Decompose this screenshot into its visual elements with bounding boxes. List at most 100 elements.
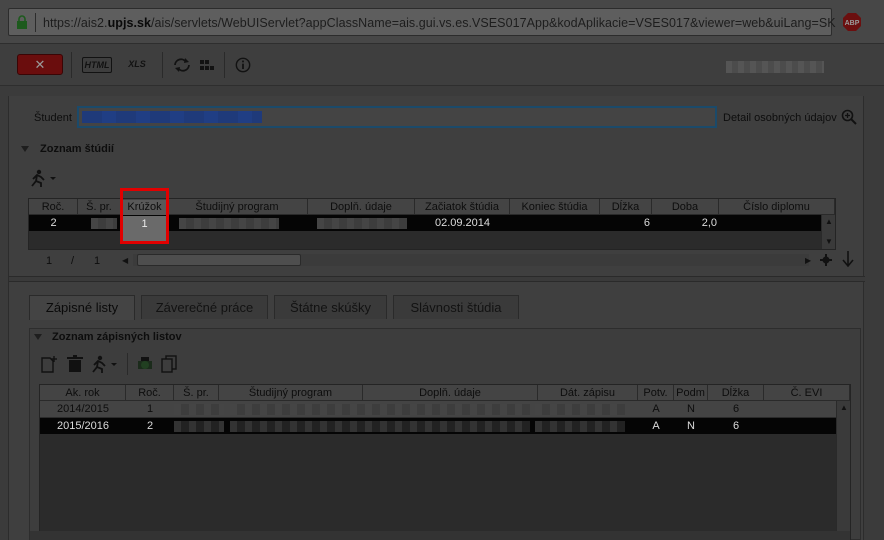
col-header-roc[interactable]: Roč. — [29, 199, 78, 215]
toolbar-divider — [224, 52, 225, 78]
col-header-doplnujuce[interactable]: Doplň. údaje — [308, 199, 415, 215]
cell-doba: 2,0 — [701, 217, 717, 229]
cell-dlzka: 6 — [732, 403, 740, 415]
horizontal-scrollbar[interactable] — [30, 531, 850, 540]
cell-redacted — [230, 421, 530, 432]
cell-redacted — [174, 404, 224, 415]
student-input[interactable] — [77, 106, 717, 128]
cell-roc: 2 — [50, 217, 57, 229]
student-value-redacted — [82, 111, 262, 123]
scroll-left-icon[interactable]: ◀ — [122, 256, 128, 266]
tree-icon[interactable] — [199, 57, 215, 73]
url-field[interactable]: https://ais2.upjs.sk/ais/servlets/WebUIS… — [8, 8, 836, 36]
col-header-program[interactable]: Študijný program — [219, 385, 363, 401]
col-header-koniec[interactable]: Koniec štúdia — [510, 199, 600, 215]
tab-zapisne-listy[interactable]: Zápisné listy — [29, 295, 135, 320]
enrollment-grid-header: Ak. rok Roč. Š. pr. Študijný program Dop… — [40, 385, 850, 401]
run-icon[interactable] — [88, 355, 118, 373]
col-header-dat-zapisu[interactable]: Dát. zápisu — [538, 385, 638, 401]
highlight-box — [120, 188, 169, 244]
cell-potv: A — [652, 420, 660, 432]
cell-zaciatok: 02.09.2014 — [434, 217, 491, 229]
col-header-cislo-diplomu[interactable]: Číslo diplomu — [719, 199, 835, 215]
table-row[interactable]: 2015/2016 2 A N 6 — [40, 418, 836, 434]
new-doc-icon[interactable] — [40, 355, 58, 373]
cell-redacted — [230, 404, 530, 415]
svg-text:ABP: ABP — [845, 20, 860, 27]
scroll-down-icon[interactable]: ▼ — [825, 237, 833, 247]
enrollment-grid: Ak. rok Roč. Š. pr. Študijný program Dop… — [39, 384, 851, 540]
col-header-podm[interactable]: Podm — [674, 385, 708, 401]
scroll-up-icon[interactable]: ▲ — [840, 403, 848, 413]
cell-podm: N — [687, 403, 695, 415]
col-header-c-evi[interactable]: Č. EVI — [764, 385, 850, 401]
html-export-icon[interactable]: HTML — [82, 57, 112, 73]
cell-potv: A — [652, 403, 660, 415]
cell-redacted — [535, 421, 625, 432]
detail-label[interactable]: Detail osobných údajov — [723, 112, 837, 124]
gear-icon[interactable] — [820, 254, 832, 266]
cell-redacted — [179, 218, 279, 229]
vertical-scrollbar[interactable]: ▲ ▼ — [821, 215, 835, 249]
tab-statne-skusky[interactable]: Štátne skúšky — [274, 295, 387, 319]
cell-podm: N — [687, 420, 695, 432]
col-header-program[interactable]: Študijný program — [167, 199, 308, 215]
arrow-down-icon[interactable] — [841, 250, 855, 268]
col-header-doba[interactable]: Doba — [652, 199, 719, 215]
browser-url-bar: https://ais2.upjs.sk/ais/servlets/WebUIS… — [0, 0, 884, 44]
cell-roc: 1 — [146, 403, 154, 415]
refresh-icon[interactable] — [172, 57, 192, 73]
cell-redacted — [535, 404, 625, 415]
scroll-thumb[interactable] — [137, 254, 301, 266]
close-icon: ✕ — [34, 57, 46, 72]
toolbar-divider — [162, 52, 163, 78]
col-header-potv[interactable]: Potv. — [638, 385, 674, 401]
pager-current: 1 — [46, 255, 53, 267]
col-header-roc[interactable]: Roč. — [126, 385, 174, 401]
col-header-spr[interactable]: Š. pr. — [174, 385, 219, 401]
enrollment-panel: Zoznam zápisných listov Ak. rok Roč. Š. … — [29, 328, 861, 540]
cell-dlzka: 6 — [732, 420, 740, 432]
trash-icon[interactable] — [66, 355, 84, 373]
print-icon[interactable] — [136, 355, 154, 373]
studies-title: Zoznam štúdií — [40, 143, 114, 155]
url-separator — [35, 13, 36, 32]
collapse-icon[interactable] — [21, 146, 29, 152]
scroll-up-icon[interactable]: ▲ — [825, 217, 833, 227]
pager-separator: / — [71, 255, 75, 267]
tab-slavnosti-studia[interactable]: Slávnosti štúdia — [393, 295, 519, 319]
toolbar-divider — [71, 52, 72, 78]
run-icon[interactable] — [27, 169, 57, 187]
student-label: Študent — [34, 112, 72, 124]
pager-total: 1 — [94, 255, 101, 267]
vertical-scrollbar[interactable]: ▲ — [836, 401, 850, 540]
app-toolbar: ✕ HTML XLS — [0, 44, 884, 86]
xls-export-icon[interactable]: XLS — [126, 57, 148, 73]
scroll-right-icon[interactable]: ▶ — [805, 256, 811, 266]
table-row[interactable]: 2014/2015 1 A N 6 — [40, 401, 836, 417]
magnifier-icon[interactable] — [841, 109, 857, 125]
horizontal-scrollbar[interactable] — [133, 254, 809, 266]
cell-redacted — [174, 421, 224, 432]
cell-redacted — [317, 218, 407, 229]
cell-dlzka: 6 — [643, 217, 650, 229]
col-header-zaciatok[interactable]: Začiatok štúdia — [415, 199, 510, 215]
splitter[interactable] — [9, 276, 865, 282]
adblock-icon[interactable]: ABP — [842, 12, 862, 32]
col-header-dlzka[interactable]: Dĺžka — [708, 385, 764, 401]
col-header-ak-rok[interactable]: Ak. rok — [40, 385, 126, 401]
col-header-spr[interactable]: Š. pr. — [78, 199, 121, 215]
tab-zaverecne-prace[interactable]: Záverečné práce — [141, 295, 268, 319]
col-header-dlzka[interactable]: Dĺžka — [600, 199, 652, 215]
main-panel: Študent Detail osobných údajov Zoznam št… — [8, 96, 865, 540]
collapse-icon[interactable] — [34, 334, 42, 340]
col-header-doplnujuce[interactable]: Doplň. údaje — [363, 385, 538, 401]
cell-redacted — [91, 218, 117, 229]
toolbar-divider — [127, 353, 128, 375]
copy-icon[interactable] — [160, 355, 178, 373]
cell-roc: 2 — [146, 420, 154, 432]
url-text[interactable]: https://ais2.upjs.sk/ais/servlets/WebUIS… — [43, 16, 836, 30]
close-button[interactable]: ✕ — [17, 54, 63, 75]
info-icon[interactable] — [234, 57, 252, 73]
user-name-redacted — [726, 61, 824, 73]
